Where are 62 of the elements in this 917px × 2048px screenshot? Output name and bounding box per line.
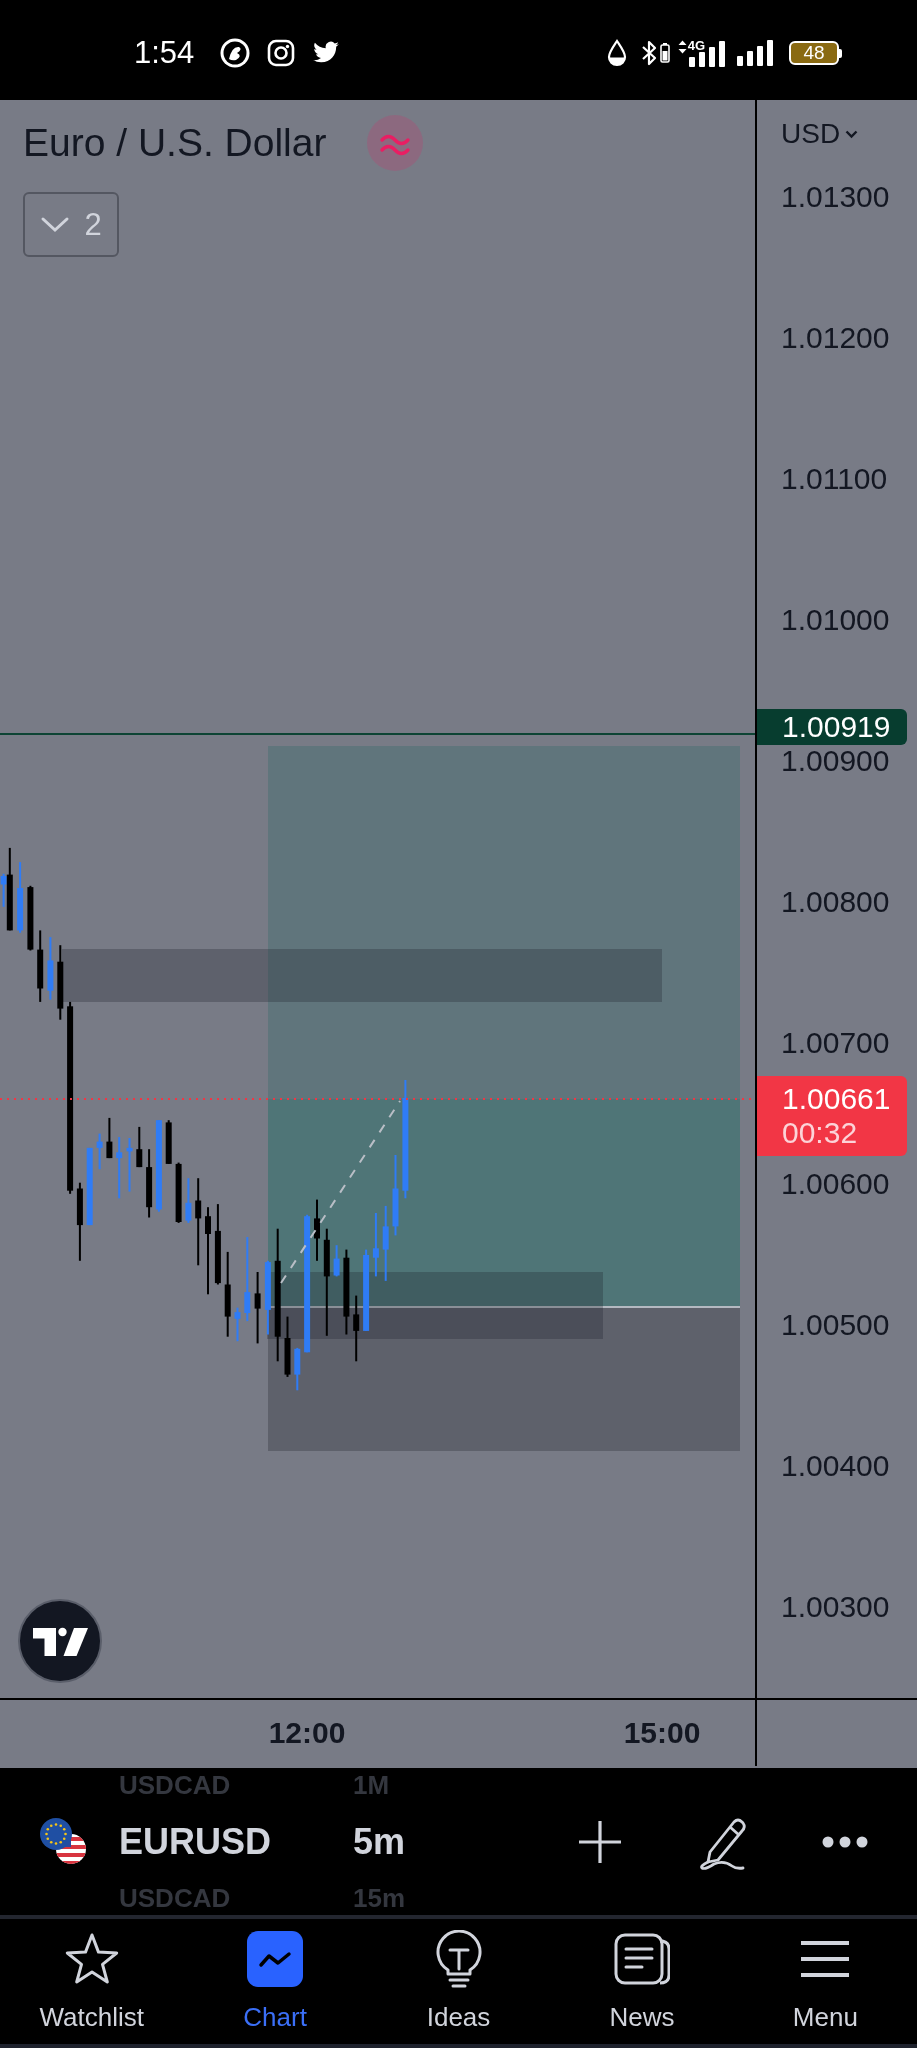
- data-arrows-icon: [677, 40, 687, 54]
- star-icon: [63, 1932, 120, 1986]
- nav-tab[interactable]: News: [550, 1919, 734, 2044]
- status-time: 1:54: [134, 35, 195, 71]
- bullish-candle: [0, 873, 7, 907]
- nav-tab[interactable]: Chart: [183, 1919, 367, 2044]
- price-tick-label: 1.00800: [781, 887, 890, 917]
- network-type-text: 4G: [687, 39, 705, 52]
- price-tick-label: 1.00900: [781, 746, 890, 776]
- bearish-candle: [136, 1126, 143, 1168]
- water-drop-icon: [605, 39, 628, 67]
- bearish-candle: [175, 1162, 182, 1223]
- interval-button[interactable]: 5m: [353, 1819, 406, 1864]
- bird-icon: [312, 41, 341, 65]
- approx-sign-icon: [367, 115, 424, 171]
- small-battery-icon: [659, 43, 670, 63]
- nav-tab[interactable]: Watchlist: [0, 1919, 184, 2044]
- caret-down-icon: [845, 129, 859, 139]
- bearish-candle: [27, 885, 34, 951]
- interval-option-text: 15m: [353, 1883, 406, 1913]
- bullish-candle: [294, 1347, 301, 1391]
- battery-indicator: 48: [789, 41, 842, 65]
- time-tick-label: 15:00: [623, 1716, 701, 1750]
- price-tick-label: 1.00600: [781, 1169, 890, 1199]
- time-tick-label: 12:00: [268, 1716, 346, 1750]
- logo-icon: [18, 1599, 102, 1683]
- chart-icon: [247, 1931, 304, 1987]
- countdown-text: 00:32: [782, 1116, 858, 1150]
- symbol-title: Euro / U.S. Dollar: [23, 120, 327, 166]
- bullish-candle: [333, 1245, 340, 1277]
- currency-button[interactable]: USD: [781, 119, 859, 149]
- price-tick-label: 1.01200: [781, 323, 890, 353]
- price-tick-label: 1.00300: [781, 1592, 890, 1622]
- price-tick-label: 1.00500: [781, 1310, 890, 1340]
- bullish-candle: [17, 862, 24, 933]
- nav-tab[interactable]: Ideas: [366, 1919, 551, 2044]
- price-tick-label: 1.01300: [781, 182, 890, 212]
- price-tick-label: 1.01100: [781, 464, 888, 494]
- more-icon[interactable]: [822, 1835, 868, 1848]
- bearish-candle: [165, 1120, 172, 1164]
- price-label: 1.00919: [757, 709, 907, 745]
- app-badge-icon: [220, 38, 251, 68]
- bullish-candle: [185, 1178, 192, 1223]
- chevron-down-icon: [40, 215, 71, 234]
- price-tick-label: 1.00700: [781, 1028, 890, 1058]
- price-tick-label: 1.01000: [781, 605, 890, 635]
- nav-tab[interactable]: Menu: [733, 1919, 917, 2044]
- symbol-option-text: USDCAD: [119, 1770, 231, 1800]
- signal-bars-icon: [737, 40, 775, 66]
- signal-bars-icon: [689, 41, 725, 67]
- symbol-option-text: USDCAD: [119, 1883, 231, 1913]
- plus-icon[interactable]: [578, 1819, 622, 1864]
- newspaper-icon: [613, 1933, 670, 1985]
- price-text: 1.00661: [782, 1082, 891, 1116]
- symbol-button[interactable]: EURUSD: [119, 1819, 271, 1864]
- interval-option-text: 1M: [353, 1770, 390, 1800]
- menu-icon: [801, 1940, 850, 1978]
- camera-icon: [267, 39, 296, 67]
- bluetooth-icon: [640, 40, 657, 66]
- bearish-candle: [284, 1316, 291, 1377]
- bearish-candle: [106, 1117, 113, 1159]
- price-tick-label: 1.00400: [781, 1451, 890, 1481]
